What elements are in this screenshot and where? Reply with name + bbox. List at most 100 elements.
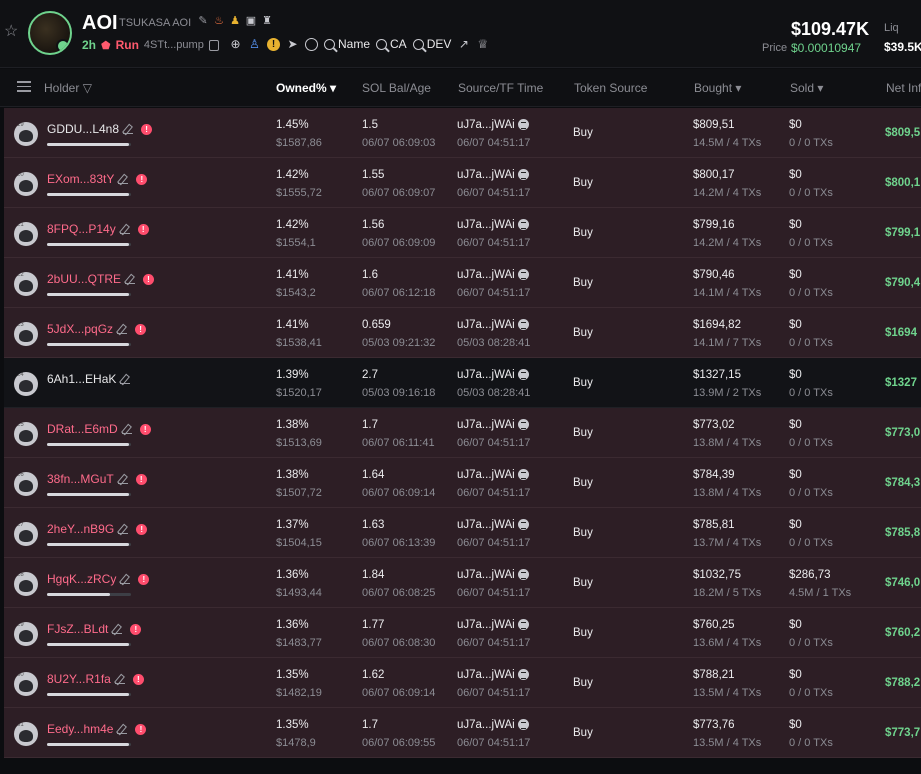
col-sol-bal-age[interactable]: SOL Bal/Age (362, 81, 431, 95)
warning-icon[interactable]: ! (267, 37, 280, 51)
holder-address[interactable]: DRat...E6mD! (47, 422, 151, 436)
funding-source[interactable]: uJ7a...jWAi (457, 419, 529, 431)
table-row[interactable]: 20 EXom...83tY! 1.42% $1555,72 1.55 06/07 06:… (4, 158, 921, 208)
table-row[interactable]: 27 2heY...nB9G! 1.37% $1504,15 1.63 06/07 06:… (4, 508, 921, 558)
table-row[interactable]: 21 8FPQ...P14y! 1.42% $1554,1 1.56 06/07 06:0… (4, 208, 921, 258)
funding-source[interactable]: uJ7a...jWAi (457, 719, 529, 731)
search-name-button[interactable]: Name (324, 37, 370, 51)
edit-icon[interactable] (119, 224, 130, 234)
funding-source[interactable]: uJ7a...jWAi (457, 619, 529, 631)
star-icon[interactable]: ☆ (4, 24, 20, 40)
sold-detail: 0 / 0 TXs (789, 187, 833, 199)
token-avatar[interactable] (28, 11, 72, 55)
telegram-icon[interactable]: ➤ (286, 37, 299, 51)
funding-source[interactable]: uJ7a...jWAi (457, 369, 529, 381)
user-icon[interactable]: ♙ (248, 37, 261, 51)
edit-icon[interactable] (114, 674, 125, 684)
sold-usd: $0 (789, 469, 802, 481)
search-icon (412, 38, 424, 50)
holder-address[interactable]: FJsZ...BLdt! (47, 622, 142, 636)
table-row[interactable]: 28 HgqK...zRCy! 1.36% $1493,44 1.84 06/07 06:… (4, 558, 921, 608)
funding-source[interactable]: uJ7a...jWAi (457, 269, 529, 281)
col-net-inflow[interactable]: Net Infl (886, 81, 921, 95)
col-owned[interactable]: Owned% ▾ (276, 81, 336, 95)
external-link-icon[interactable]: ↗ (457, 37, 470, 51)
holder-address[interactable]: HgqK...zRCy! (47, 572, 150, 586)
table-row[interactable]: 31 Eedy...hm4e! 1.35% $1478,9 1.7 06/07 06:09… (4, 708, 921, 758)
table-row[interactable]: 25 DRat...E6mD! 1.38% $1513,69 1.7 06/07 06:1… (4, 408, 921, 458)
holder-address[interactable]: Eedy...hm4e! (47, 722, 147, 736)
funding-source[interactable]: uJ7a...jWAi (457, 469, 529, 481)
holder-label: GDDU...L4n8 (47, 122, 120, 136)
funding-source[interactable]: uJ7a...jWAi (457, 319, 529, 331)
funding-source[interactable]: uJ7a...jWAi (457, 219, 529, 231)
holder-address[interactable]: 5JdX...pqGz! (47, 322, 147, 336)
col-source-time[interactable]: Source/TF Time (458, 81, 543, 95)
bought-detail: 13.9M / 2 TXs (693, 387, 762, 399)
holder-address[interactable]: 6Ah1...EHaK (47, 372, 131, 386)
sol-balance: 1.62 (362, 669, 385, 681)
holder-label: DRat...E6mD (47, 422, 118, 436)
holding-bar-fill (47, 293, 130, 296)
holder-avatar: 29 (14, 622, 38, 646)
edit-icon[interactable] (121, 424, 132, 434)
edit-icon[interactable] (120, 374, 131, 384)
edit-icon[interactable] (112, 624, 123, 634)
bought-detail: 14.1M / 4 TXs (693, 287, 762, 299)
holder-address[interactable]: 2heY...nB9G! (47, 522, 148, 536)
table-row[interactable]: 22 2bUU...QTRE! 1.41% $1543,2 1.6 06/07 06:12… (4, 258, 921, 308)
edit-icon[interactable] (125, 274, 136, 284)
coin-icon[interactable] (305, 37, 318, 51)
edit-icon[interactable] (123, 124, 134, 134)
edit-icon[interactable] (117, 724, 128, 734)
globe-icon[interactable]: ⊕ (229, 37, 242, 51)
crown-icon[interactable]: ♕ (476, 37, 489, 51)
holder-label: EXom...83tY (47, 172, 115, 186)
wallet-age: 06/07 06:12:18 (362, 287, 436, 299)
edit-icon[interactable] (117, 474, 128, 484)
holder-address[interactable]: 8FPQ...P14y! (47, 222, 149, 236)
holder-address[interactable]: 38fn...MGuT! (47, 472, 147, 486)
search-ca-button[interactable]: CA (376, 37, 407, 51)
funding-source[interactable]: uJ7a...jWAi (457, 169, 529, 181)
col-sold[interactable]: Sold ▾ (790, 81, 823, 95)
funding-source[interactable]: uJ7a...jWAi (457, 119, 529, 131)
table-row[interactable]: 30 8U2Y...R1fa! 1.35% $1482,19 1.62 06/07 06:… (4, 658, 921, 708)
sold-usd: $0 (789, 669, 802, 681)
net-inflow: $809,5 (885, 127, 921, 139)
copy-icon[interactable] (208, 39, 219, 51)
table-row[interactable]: 26 38fn...MGuT! 1.38% $1507,72 1.64 06/07 06:… (4, 458, 921, 508)
funding-source[interactable]: uJ7a...jWAi (457, 669, 529, 681)
sold-usd: $286,73 (789, 569, 831, 581)
funding-source[interactable]: uJ7a...jWAi (457, 519, 529, 531)
bought-usd: $800,17 (693, 169, 735, 181)
edit-icon[interactable] (120, 574, 131, 584)
edit-icon[interactable] (118, 524, 129, 534)
table-row[interactable]: 29 FJsZ...BLdt! 1.36% $1483,77 1.77 06/07 06:… (4, 608, 921, 658)
search-dev-button[interactable]: DEV (412, 37, 451, 51)
col-bought[interactable]: Bought ▾ (694, 81, 741, 95)
sliders-icon[interactable] (17, 81, 31, 93)
holder-avatar: 25 (14, 422, 38, 446)
filter-icon[interactable]: ▽ (83, 81, 92, 95)
holder-address[interactable]: GDDU...L4n8! (47, 122, 153, 136)
table-row[interactable]: 19 GDDU...L4n8! 1.45% $1587,86 1.5 06/07 06:0… (4, 108, 921, 158)
alert-icon: ! (135, 323, 147, 335)
holding-bar-fill (47, 343, 130, 346)
net-inflow: $760,2 (885, 627, 921, 639)
holder-address[interactable]: EXom...83tY! (47, 172, 148, 186)
col-token-source[interactable]: Token Source (574, 81, 647, 95)
col-holder[interactable]: Holder ▽ (44, 81, 92, 95)
holder-rank: 27 (17, 522, 24, 528)
holder-address[interactable]: 2bUU...QTRE! (47, 272, 155, 286)
edit-icon[interactable] (118, 174, 129, 184)
funding-source[interactable]: uJ7a...jWAi (457, 569, 529, 581)
token-address[interactable]: 4STt...pump (144, 39, 204, 51)
table-row[interactable]: 24 6Ah1...EHaK 1.39% $1520,17 2.7 05/03 09:16… (4, 358, 921, 408)
edit-icon[interactable] (117, 324, 128, 334)
sold-detail: 0 / 0 TXs (789, 437, 833, 449)
edit-icon[interactable]: ✎ (197, 15, 209, 27)
table-row[interactable]: 23 5JdX...pqGz! 1.41% $1538,41 0.659 05/03 09… (4, 308, 921, 358)
source-time: 06/07 04:51:17 (457, 587, 531, 599)
holder-address[interactable]: 8U2Y...R1fa! (47, 672, 144, 686)
